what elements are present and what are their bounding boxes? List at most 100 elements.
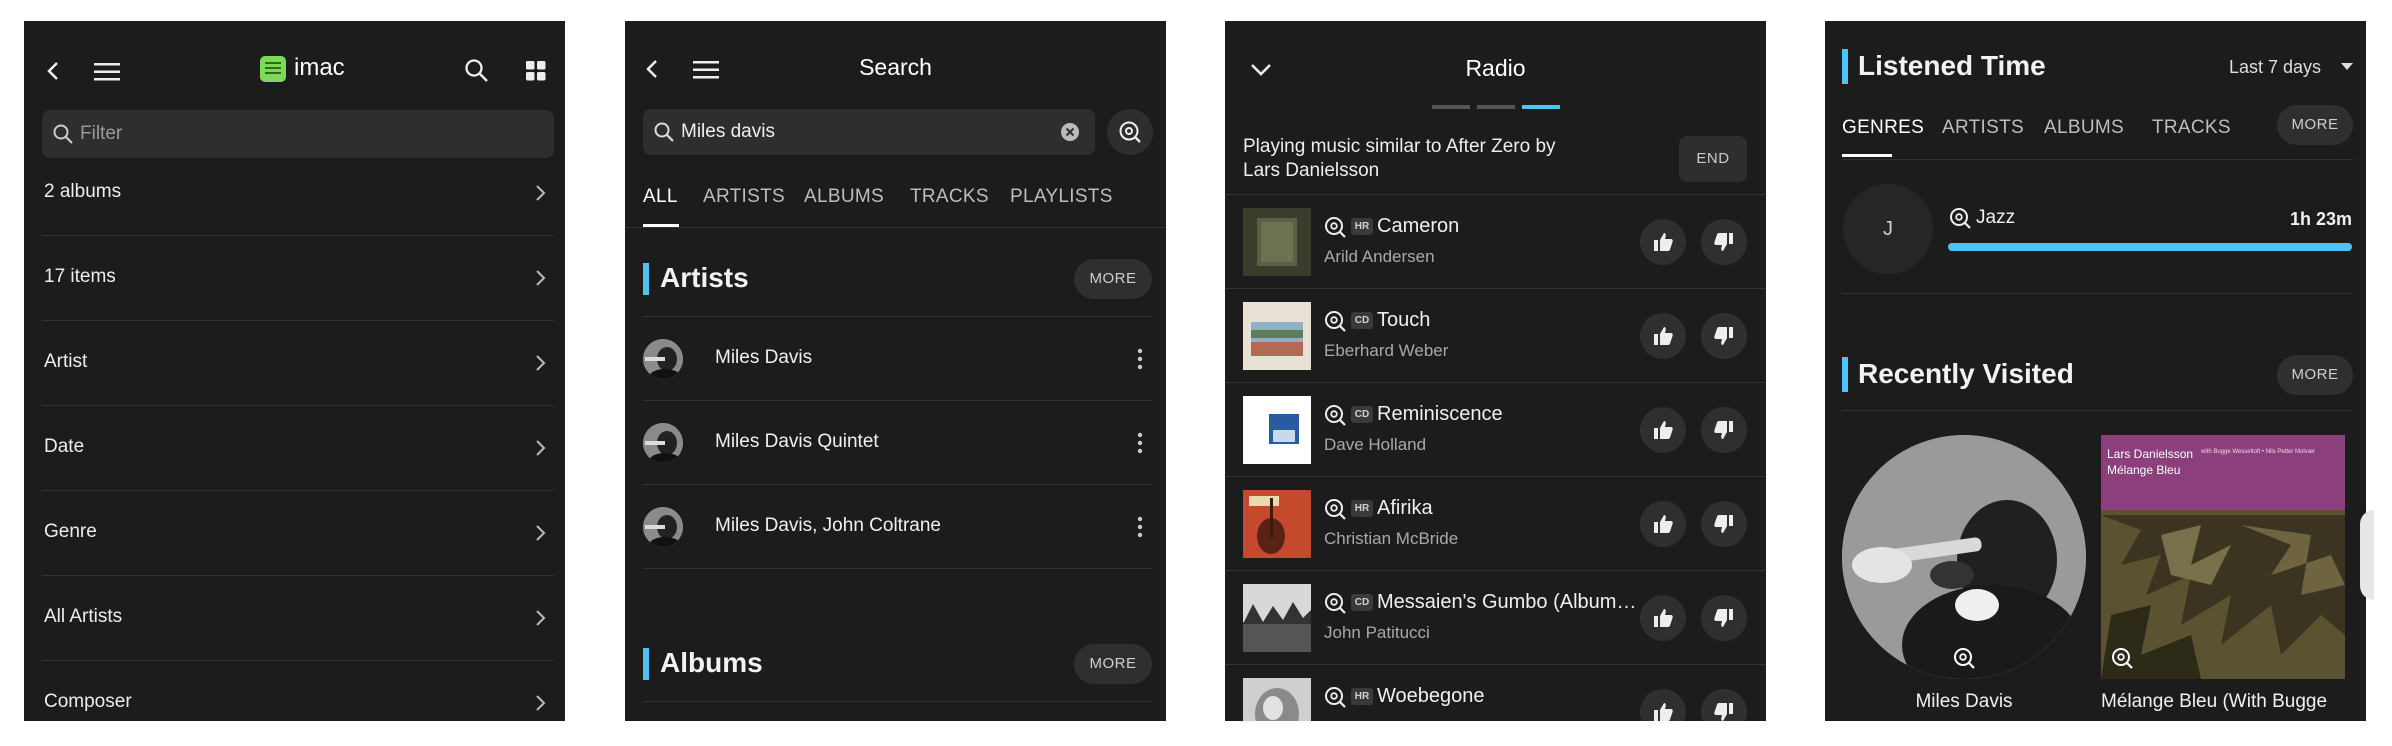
track-title: Afirika: [1377, 497, 1433, 519]
cover-line-3: with Bugge Wesseltoft • Nils Petter Molv…: [2201, 449, 2316, 455]
browse-row[interactable]: 17 items: [24, 236, 565, 321]
recent-album-cover[interactable]: Lars Danielsson Mélange Bleu with Bugge …: [2101, 435, 2345, 679]
clear-icon[interactable]: [1060, 122, 1080, 142]
recent-item-label[interactable]: Miles Davis: [1842, 691, 2086, 713]
end-button[interactable]: END: [1679, 136, 1747, 182]
track-title: Woebegone: [1377, 685, 1485, 707]
thumbs-down-icon: [1714, 703, 1733, 721]
imac-logo: [260, 56, 286, 82]
radio-search-icon: [1119, 121, 1141, 143]
thumbs-up-button[interactable]: [1640, 407, 1686, 453]
browse-row-label: Date: [44, 436, 85, 457]
artist-name: Miles Davis: [715, 347, 813, 368]
thumbs-up-icon: [1654, 703, 1673, 721]
track-title: Reminiscence: [1377, 403, 1503, 425]
artist-row[interactable]: Miles Davis: [625, 317, 1166, 401]
radio-track-row[interactable]: HR Woebegone: [1225, 665, 1766, 721]
genre-name[interactable]: Jazz: [1976, 207, 2015, 229]
tab-artists[interactable]: ARTISTS: [1942, 117, 2024, 139]
thumbs-down-button[interactable]: [1701, 407, 1747, 453]
tab-tracks[interactable]: TRACKS: [910, 186, 989, 208]
search-panel: Search Miles davis ALL ARTISTS ALBUMS TRACK…: [625, 21, 1166, 721]
genre-avatar[interactable]: J: [1843, 184, 1933, 274]
chevron-right-icon: [536, 440, 546, 456]
radio-search-icon[interactable]: [1324, 310, 1346, 332]
radio-search-icon[interactable]: [1324, 686, 1346, 708]
thumbs-down-button[interactable]: [1701, 689, 1747, 721]
browse-row[interactable]: Artist: [24, 321, 565, 406]
radio-search-icon[interactable]: [1324, 592, 1346, 614]
tab-albums[interactable]: ALBUMS: [804, 186, 884, 208]
radio-search-icon[interactable]: [1324, 498, 1346, 520]
thumbs-up-button[interactable]: [1640, 595, 1686, 641]
thumbs-up-button[interactable]: [1640, 313, 1686, 359]
cover-line-2: Mélange Bleu: [2107, 463, 2181, 477]
genres-more-button[interactable]: MORE: [2277, 105, 2353, 145]
browse-row[interactable]: 2 albums: [24, 151, 565, 236]
radio-track-row[interactable]: HR Cameron Arild Andersen: [1225, 195, 1766, 289]
radio-track-row[interactable]: CD Touch Eberhard Weber: [1225, 289, 1766, 383]
thumbs-up-icon: [1654, 515, 1673, 533]
back-icon[interactable]: [42, 59, 66, 83]
thumbs-down-button[interactable]: [1701, 313, 1747, 359]
page-title: Radio: [1465, 55, 1526, 81]
artists-more-button[interactable]: MORE: [1074, 259, 1152, 299]
artist-row[interactable]: Miles Davis, John Coltrane: [625, 485, 1166, 569]
browse-row[interactable]: All Artists: [24, 576, 565, 661]
browse-row[interactable]: Date: [24, 406, 565, 491]
thumbs-down-button[interactable]: [1701, 501, 1747, 547]
grid-view-icon[interactable]: [525, 60, 547, 82]
track-title: Cameron: [1377, 215, 1460, 237]
tab-artists[interactable]: ARTISTS: [703, 186, 785, 208]
cover-line-1: Lars Danielsson: [2107, 447, 2194, 461]
page-dot: [1432, 105, 1470, 109]
thumbs-up-button[interactable]: [1640, 501, 1686, 547]
section-accent: [643, 648, 649, 680]
radio-track-row[interactable]: CD Messaien's Gumbo (Album… John Patitucci: [1225, 571, 1766, 665]
tab-all[interactable]: ALL: [643, 186, 678, 208]
caret-down-icon[interactable]: [2340, 62, 2354, 72]
avatar: [643, 339, 683, 379]
tab-albums[interactable]: ALBUMS: [2044, 117, 2124, 139]
radio-search-button[interactable]: [1107, 109, 1153, 155]
recent-item-label[interactable]: Mélange Bleu (With Bugge: [2101, 691, 2366, 713]
tab-genres[interactable]: GENRES: [1842, 117, 1924, 139]
radio-track-row[interactable]: CD Reminiscence Dave Holland: [1225, 383, 1766, 477]
search-icon[interactable]: [464, 58, 490, 84]
radio-search-icon[interactable]: [1324, 216, 1346, 238]
range-dropdown[interactable]: Last 7 days: [2229, 57, 2321, 78]
tab-tracks[interactable]: TRACKS: [2152, 117, 2231, 139]
search-input[interactable]: Miles davis: [643, 109, 1095, 155]
tab-playlists[interactable]: PLAYLISTS: [1010, 186, 1113, 208]
divider: [1842, 410, 2353, 411]
recent-artist-image[interactable]: [1842, 435, 2086, 679]
carousel-scroll-handle[interactable]: [2360, 510, 2374, 600]
menu-icon[interactable]: [94, 61, 122, 83]
chevron-right-icon: [536, 695, 546, 711]
avatar: [643, 507, 683, 547]
browse-row[interactable]: Genre: [24, 491, 565, 576]
chevron-right-icon: [536, 185, 546, 201]
radio-search-icon[interactable]: [1949, 207, 1971, 229]
radio-track-row[interactable]: HR Afirika Christian McBride: [1225, 477, 1766, 571]
artist-row[interactable]: Miles Davis Quintet: [625, 401, 1166, 485]
thumbs-up-button[interactable]: [1640, 219, 1686, 265]
thumbs-up-button[interactable]: [1640, 689, 1686, 721]
radio-search-icon[interactable]: [1953, 647, 1975, 669]
artist-name: Miles Davis Quintet: [715, 431, 879, 452]
album-thumbnail: [1243, 208, 1311, 276]
more-vert-icon[interactable]: [1137, 348, 1143, 370]
filter-search-icon: [53, 124, 73, 144]
radio-search-icon[interactable]: [1324, 404, 1346, 426]
radio-search-icon[interactable]: [2111, 647, 2133, 669]
page-dot-active: [1522, 105, 1560, 109]
page-dot: [1477, 105, 1515, 109]
more-vert-icon[interactable]: [1137, 516, 1143, 538]
more-vert-icon[interactable]: [1137, 432, 1143, 454]
thumbs-down-button[interactable]: [1701, 219, 1747, 265]
thumbs-down-button[interactable]: [1701, 595, 1747, 641]
recent-more-button[interactable]: MORE: [2277, 355, 2353, 395]
browse-row[interactable]: Composer: [24, 661, 565, 721]
albums-more-button[interactable]: MORE: [1074, 644, 1152, 684]
section-accent: [1842, 49, 1848, 84]
